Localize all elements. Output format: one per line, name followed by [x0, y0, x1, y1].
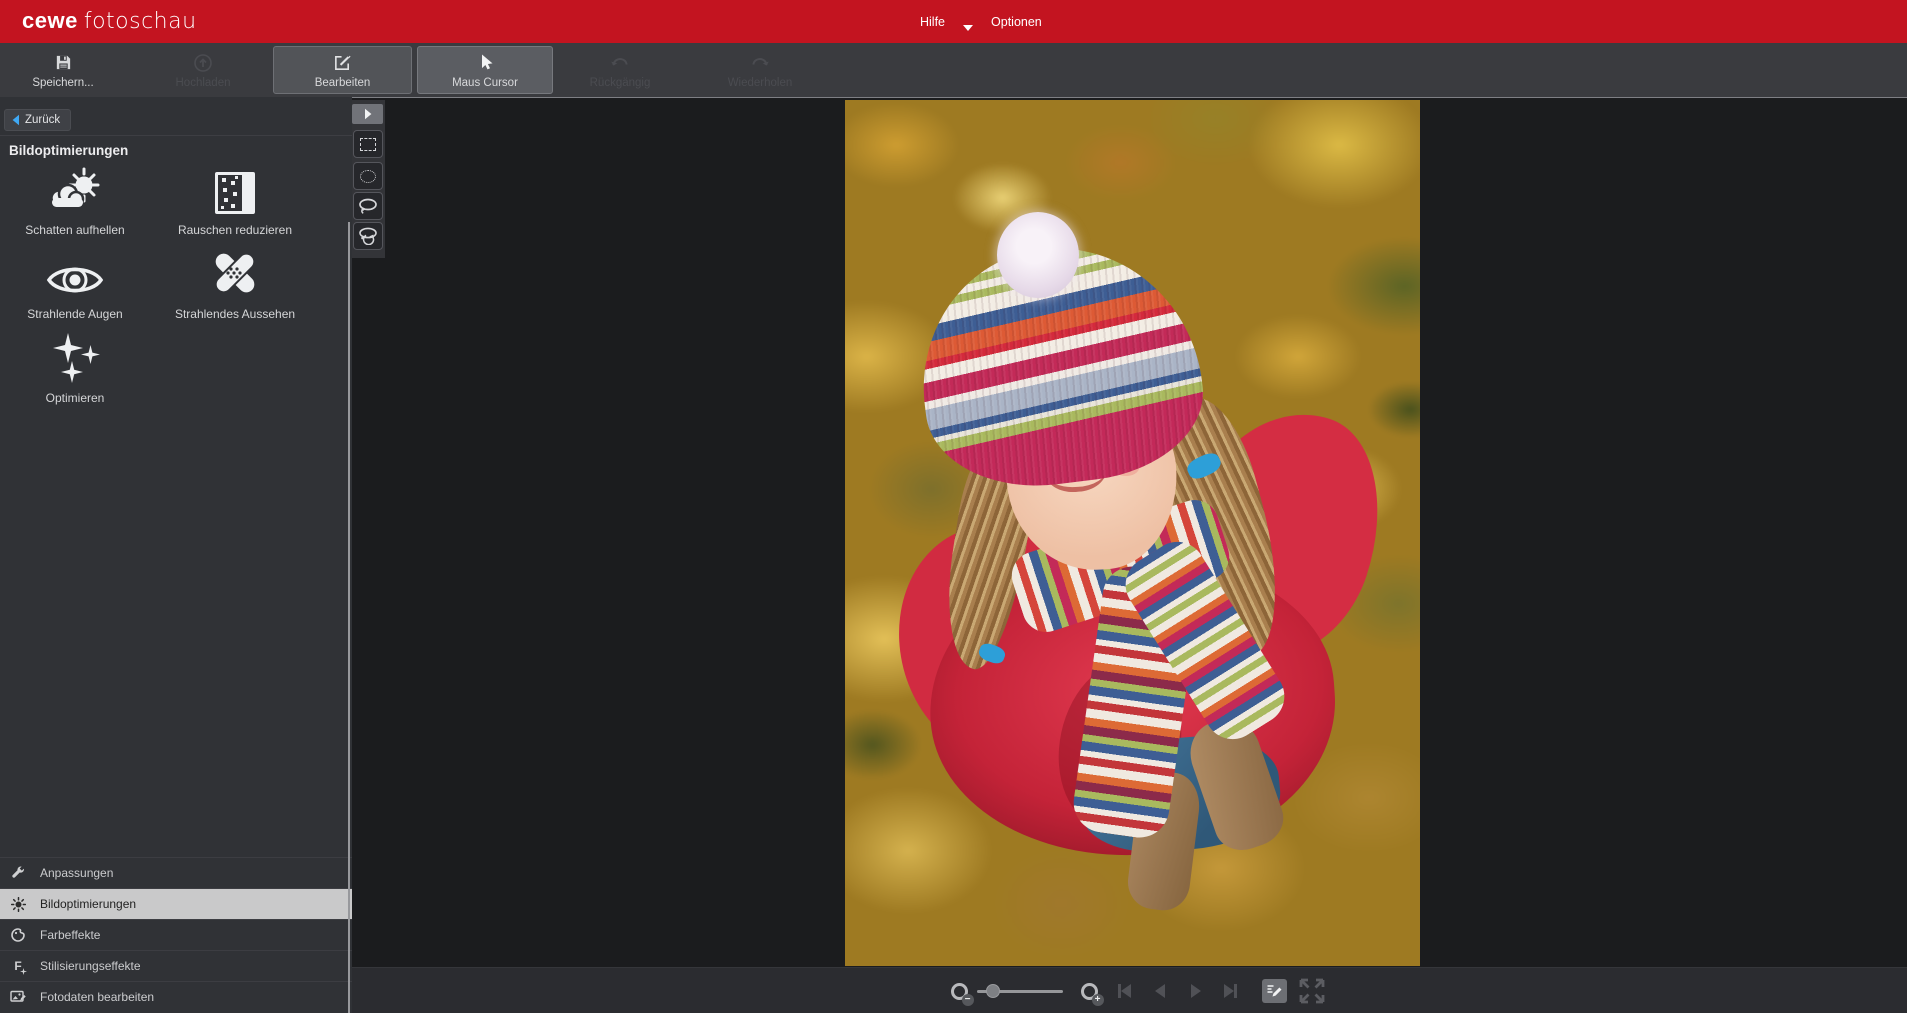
zoom-in-icon: + — [1081, 983, 1098, 1000]
rect-selection-button[interactable] — [353, 130, 383, 158]
palette-icon — [10, 927, 26, 943]
mouse-cursor-button[interactable]: Maus Cursor — [417, 46, 553, 94]
sparkles-icon — [45, 333, 105, 383]
divider — [0, 135, 352, 136]
category-fotodaten-bearbeiten[interactable]: Fotodaten bearbeiten — [0, 981, 352, 1012]
logo-bold: cewe — [22, 8, 78, 33]
editor-canvas — [352, 97, 1907, 967]
undo-icon — [609, 52, 631, 74]
chevron-left-icon — [11, 114, 20, 126]
save-button[interactable]: Speichern... — [10, 46, 116, 94]
photo-preview[interactable] — [845, 100, 1420, 966]
tile-label: Optimieren — [46, 391, 105, 405]
cursor-icon — [477, 52, 494, 74]
save-label: Speichern... — [32, 77, 93, 89]
expand-panel-button[interactable] — [352, 104, 383, 124]
cloud-sun-icon — [48, 165, 102, 215]
menu-hilfe[interactable]: Hilfe — [920, 15, 945, 29]
chevron-right-icon — [364, 108, 372, 120]
upload-label: Hochladen — [176, 77, 231, 89]
last-image-icon — [1224, 984, 1234, 998]
zoom-in-button[interactable]: + — [1074, 968, 1104, 1013]
eye-icon — [46, 249, 104, 299]
tile-label: Strahlende Augen — [27, 307, 122, 321]
rectangular-selection-icon — [360, 138, 376, 151]
category-menu: Anpassungen Bildoptimierungen Farbeffekt… — [0, 857, 352, 1012]
category-label: Stilisierungseffekte — [40, 959, 141, 973]
bandage-icon — [207, 249, 263, 299]
photo-edit-icon — [10, 989, 26, 1005]
tile-label: Rauschen reduzieren — [178, 223, 292, 237]
category-bildoptimierungen[interactable]: Bildoptimierungen — [0, 888, 352, 919]
tile-schatten-aufhellen[interactable]: Schatten aufhellen — [0, 165, 150, 237]
first-image-button — [1112, 968, 1136, 1013]
tile-optimieren[interactable]: Optimieren — [0, 333, 150, 405]
edit-list-button[interactable] — [1262, 979, 1287, 1003]
zoom-out-button[interactable]: − — [944, 968, 974, 1013]
zoom-slider-handle[interactable] — [986, 984, 1000, 998]
upload-button: Hochladen — [150, 46, 256, 94]
tile-strahlendes-aussehen[interactable]: Strahlendes Aussehen — [160, 249, 310, 321]
edit-list-icon — [1266, 983, 1283, 999]
logo-light: fotoschau — [84, 9, 197, 34]
styled-text-star-icon: F — [10, 958, 26, 974]
upload-icon — [193, 52, 213, 74]
category-farbeffekte[interactable]: Farbeffekte — [0, 919, 352, 950]
section-title: Bildoptimierungen — [9, 143, 128, 158]
selection-toolstrip — [352, 100, 385, 258]
next-image-button — [1184, 968, 1208, 1013]
viewer-controls-bar: − + — [352, 967, 1907, 1013]
back-label: Zurück — [25, 114, 60, 126]
undo-label: Rückgängig — [590, 77, 651, 89]
edit-label: Bearbeiten — [315, 77, 371, 89]
lasso-selection-button[interactable] — [353, 192, 383, 220]
tile-label: Strahlendes Aussehen — [175, 307, 295, 321]
chevron-down-icon[interactable] — [963, 25, 973, 31]
menubar: Hilfe Optionen — [920, 0, 1042, 43]
save-icon — [54, 52, 73, 74]
redo-button: Wiederholen — [705, 46, 815, 94]
previous-image-icon — [1155, 984, 1165, 998]
lasso-selection-icon — [358, 198, 378, 215]
app-window: cewefotoschau Hilfe Optionen Speichern..… — [0, 0, 1907, 1013]
noise-reduction-icon — [214, 165, 256, 215]
last-image-button — [1218, 968, 1242, 1013]
category-label: Farbeffekte — [40, 928, 100, 942]
photo-pompom — [997, 212, 1079, 298]
wrench-icon — [10, 865, 26, 881]
cursor-label: Maus Cursor — [452, 77, 518, 89]
sun-icon — [10, 896, 26, 912]
previous-image-button — [1148, 968, 1172, 1013]
smart-lasso-selection-button[interactable] — [353, 222, 383, 250]
redo-icon — [749, 52, 771, 74]
sidebar: Zurück Bildoptimierungen — [0, 97, 352, 1013]
title-bar: cewefotoschau Hilfe Optionen — [0, 0, 1907, 43]
category-label: Anpassungen — [40, 866, 113, 880]
toolbar: Speichern... Hochladen Bearbeiten Maus C… — [0, 43, 1907, 97]
tile-label: Schatten aufhellen — [25, 223, 124, 237]
sidebar-scrollbar[interactable] — [348, 222, 350, 1013]
elliptical-selection-icon — [360, 170, 376, 183]
redo-label: Wiederholen — [728, 77, 793, 89]
tile-strahlende-augen[interactable]: Strahlende Augen — [0, 249, 150, 321]
app-logo: cewefotoschau — [22, 8, 197, 34]
category-stilisierungseffekte[interactable]: F Stilisierungseffekte — [0, 950, 352, 981]
tile-rauschen-reduzieren[interactable]: Rauschen reduzieren — [160, 165, 310, 237]
ellipse-selection-button[interactable] — [353, 162, 383, 190]
zoom-out-icon: − — [951, 983, 968, 1000]
undo-button: Rückgängig — [565, 46, 675, 94]
category-label: Fotodaten bearbeiten — [40, 990, 154, 1004]
menu-optionen[interactable]: Optionen — [991, 15, 1042, 29]
next-image-icon — [1191, 984, 1201, 998]
fullscreen-icon — [1295, 977, 1329, 1005]
back-button[interactable]: Zurück — [4, 109, 71, 131]
category-anpassungen[interactable]: Anpassungen — [0, 857, 352, 888]
edit-icon — [333, 52, 352, 74]
smart-lasso-selection-icon — [358, 227, 378, 245]
fullscreen-button — [1292, 968, 1332, 1013]
category-label: Bildoptimierungen — [40, 897, 136, 911]
edit-mode-button[interactable]: Bearbeiten — [273, 46, 412, 94]
